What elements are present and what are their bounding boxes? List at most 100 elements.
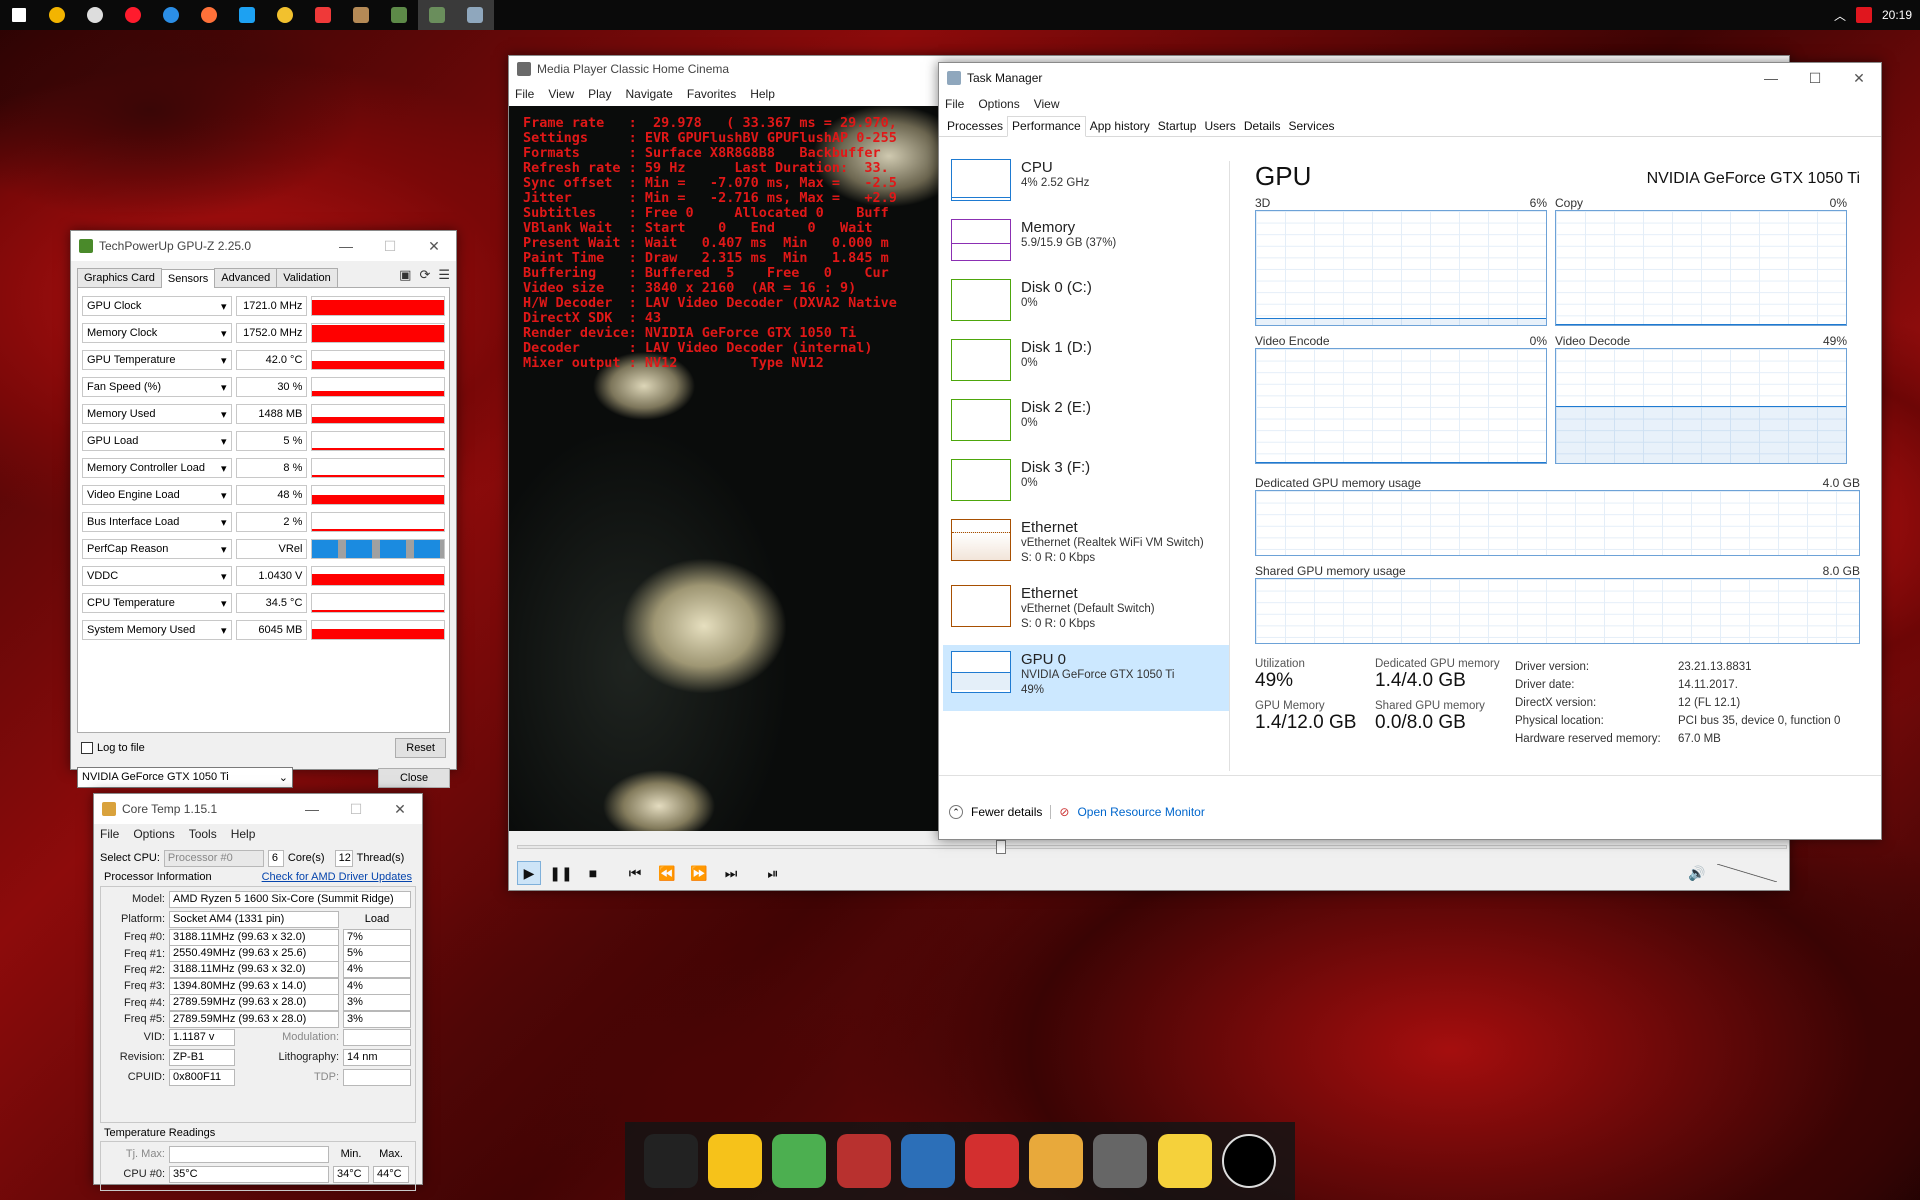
pooh-icon[interactable] bbox=[1029, 1134, 1084, 1188]
volume-slider[interactable] bbox=[1717, 864, 1777, 882]
menu-tools[interactable]: Tools bbox=[189, 827, 217, 841]
clock[interactable]: 20:19 bbox=[1882, 8, 1912, 22]
menu-favorites[interactable]: Favorites bbox=[687, 87, 736, 101]
camera-icon[interactable]: ▣ bbox=[399, 267, 411, 283]
volume-icon[interactable]: 🔊 bbox=[1685, 861, 1709, 885]
engine-name[interactable]: Video Encode bbox=[1255, 334, 1330, 348]
sensor-name-dropdown[interactable]: GPU Load ▾ bbox=[82, 430, 232, 451]
duck-icon[interactable] bbox=[708, 1134, 763, 1188]
app-icon[interactable] bbox=[380, 0, 418, 30]
maximize-icon[interactable]: ☐ bbox=[334, 794, 378, 824]
amd-icon[interactable] bbox=[1855, 7, 1872, 23]
gpuz-titlebar[interactable]: TechPowerUp GPU-Z 2.25.0 — ☐ ✕ bbox=[71, 231, 456, 261]
tab-startup[interactable]: Startup bbox=[1154, 117, 1201, 136]
close-button[interactable]: Close bbox=[378, 767, 450, 788]
twitter-icon[interactable] bbox=[228, 0, 266, 30]
sensor-name-dropdown[interactable]: Memory Used ▾ bbox=[82, 403, 232, 424]
terminal-icon[interactable] bbox=[1221, 1134, 1276, 1188]
minimize-icon[interactable]: — bbox=[1749, 63, 1793, 93]
refresh-icon[interactable]: ⟳ bbox=[419, 267, 430, 283]
tab-services[interactable]: Services bbox=[1285, 117, 1339, 136]
menu-help[interactable]: Help bbox=[750, 87, 775, 101]
clapperboard-icon[interactable] bbox=[900, 1134, 955, 1188]
coretemp-titlebar[interactable]: Core Temp 1.15.1 — ☐ ✕ bbox=[94, 794, 422, 824]
cola-cup-icon[interactable] bbox=[965, 1134, 1020, 1188]
minimize-icon[interactable]: — bbox=[324, 231, 368, 261]
menu-play[interactable]: Play bbox=[588, 87, 611, 101]
pause-icon[interactable]: ❚❚ bbox=[549, 861, 573, 885]
lightbulb-icon[interactable] bbox=[1157, 1134, 1212, 1188]
tab-app-history[interactable]: App history bbox=[1086, 117, 1154, 136]
tab-processes[interactable]: Processes bbox=[943, 117, 1007, 136]
fewer-details-link[interactable]: Fewer details bbox=[971, 805, 1042, 819]
chevron-up-icon[interactable]: ⌃ bbox=[949, 805, 963, 819]
resource-item-memory[interactable]: Memory 5.9/15.9 GB (37%) bbox=[943, 213, 1229, 273]
menu-options[interactable]: Options bbox=[978, 97, 1019, 111]
maximize-icon[interactable]: ☐ bbox=[1793, 63, 1837, 93]
tab-performance[interactable]: Performance bbox=[1007, 116, 1086, 137]
chrome-icon[interactable] bbox=[76, 0, 114, 30]
menu-file[interactable]: File bbox=[100, 827, 119, 841]
media-player-icon[interactable] bbox=[418, 0, 456, 30]
video-area[interactable]: Frame rate : 29.978 ( 33.367 ms = 29.970… bbox=[509, 106, 941, 831]
engine-name[interactable]: Copy bbox=[1555, 196, 1583, 210]
start-icon[interactable] bbox=[0, 0, 38, 30]
menu-file[interactable]: File bbox=[945, 97, 964, 111]
sensor-name-dropdown[interactable]: GPU Clock ▾ bbox=[82, 295, 232, 316]
close-icon[interactable]: ✕ bbox=[378, 794, 422, 824]
resource-item-disk-3-f-[interactable]: Disk 3 (F:) 0% bbox=[943, 453, 1229, 513]
resource-item-disk-0-c-[interactable]: Disk 0 (C:) 0% bbox=[943, 273, 1229, 333]
edge-icon[interactable] bbox=[152, 0, 190, 30]
resource-item-disk-1-d-[interactable]: Disk 1 (D:) 0% bbox=[943, 333, 1229, 393]
menu-options[interactable]: Options bbox=[133, 827, 174, 841]
frame-step-icon[interactable]: ⏯ bbox=[761, 861, 785, 885]
tab-graphics-card[interactable]: Graphics Card bbox=[77, 268, 162, 287]
search-icon[interactable] bbox=[38, 0, 76, 30]
firefox-icon[interactable] bbox=[190, 0, 228, 30]
menu-file[interactable]: File bbox=[515, 87, 534, 101]
tab-details[interactable]: Details bbox=[1240, 117, 1285, 136]
taskmgr-titlebar[interactable]: Task Manager — ☐ ✕ bbox=[939, 63, 1881, 93]
tab-advanced[interactable]: Advanced bbox=[214, 268, 278, 287]
resource-item-disk-2-e-[interactable]: Disk 2 (E:) 0% bbox=[943, 393, 1229, 453]
einstein-icon[interactable] bbox=[1093, 1134, 1148, 1188]
task-manager-icon[interactable] bbox=[456, 0, 494, 30]
resource-item-ethernet[interactable]: Ethernet vEthernet (Default Switch) S: 0 R… bbox=[943, 579, 1229, 645]
sensor-name-dropdown[interactable]: System Memory Used ▾ bbox=[82, 619, 232, 640]
sensor-name-dropdown[interactable]: Video Engine Load ▾ bbox=[82, 484, 232, 505]
hamburger-menu-icon[interactable]: ☰ bbox=[438, 267, 450, 283]
next-icon[interactable]: ⏭ bbox=[719, 861, 743, 885]
leaf-icon[interactable] bbox=[772, 1134, 827, 1188]
sensor-name-dropdown[interactable]: Memory Clock ▾ bbox=[82, 322, 232, 343]
seek-thumb[interactable] bbox=[996, 840, 1006, 854]
previous-icon[interactable]: ⏮ bbox=[623, 861, 647, 885]
seek-bar[interactable] bbox=[517, 840, 1787, 854]
app-icon[interactable] bbox=[342, 0, 380, 30]
processor-select[interactable]: Processor #0 bbox=[163, 849, 264, 867]
tab-validation[interactable]: Validation bbox=[276, 268, 338, 287]
engine-name[interactable]: 3D bbox=[1255, 196, 1270, 210]
chevron-up-icon[interactable]: ︿ bbox=[1834, 7, 1846, 24]
gorilla-icon[interactable] bbox=[644, 1134, 699, 1188]
reset-button[interactable]: Reset bbox=[395, 738, 446, 758]
device-select[interactable]: NVIDIA GeForce GTX 1050 Ti ⌄ bbox=[77, 767, 293, 788]
resource-item-ethernet[interactable]: Ethernet vEthernet (Realtek WiFi VM Switc… bbox=[943, 513, 1229, 579]
engine-name[interactable]: Video Decode bbox=[1555, 334, 1630, 348]
tab-sensors[interactable]: Sensors bbox=[160, 269, 216, 288]
sensor-name-dropdown[interactable]: VDDC ▾ bbox=[82, 565, 232, 586]
minimize-icon[interactable]: — bbox=[290, 794, 334, 824]
close-icon[interactable]: ✕ bbox=[1837, 63, 1881, 93]
resource-monitor-link[interactable]: Open Resource Monitor bbox=[1077, 805, 1204, 819]
menu-navigate[interactable]: Navigate bbox=[625, 87, 672, 101]
close-icon[interactable]: ✕ bbox=[412, 231, 456, 261]
maximize-icon[interactable]: ☐ bbox=[368, 231, 412, 261]
resource-item-cpu[interactable]: CPU 4% 2.52 GHz bbox=[943, 153, 1229, 213]
sensor-name-dropdown[interactable]: GPU Temperature ▾ bbox=[82, 349, 232, 370]
sensor-name-dropdown[interactable]: Memory Controller Load ▾ bbox=[82, 457, 232, 478]
menu-view[interactable]: View bbox=[548, 87, 574, 101]
menu-help[interactable]: Help bbox=[231, 827, 256, 841]
log-to-file-checkbox[interactable] bbox=[81, 742, 93, 754]
fast-forward-icon[interactable]: ⏩ bbox=[687, 861, 711, 885]
rewind-icon[interactable]: ⏪ bbox=[655, 861, 679, 885]
driver-update-link[interactable]: Check for AMD Driver Updates bbox=[262, 871, 412, 883]
